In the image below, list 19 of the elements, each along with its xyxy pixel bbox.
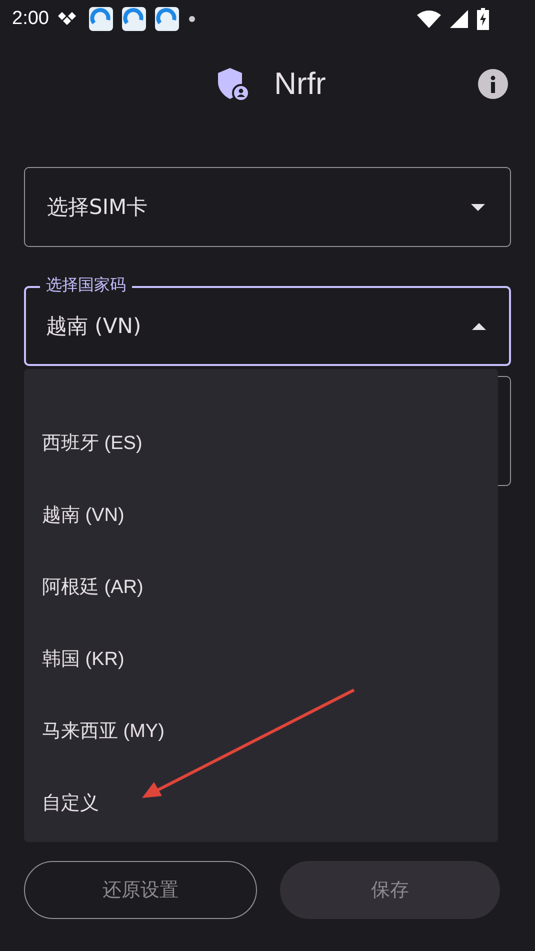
battery-charging-icon: [477, 8, 489, 30]
sim-dropdown[interactable]: 选择SIM卡: [24, 167, 511, 247]
menu-item[interactable]: 韩国 (KR): [24, 623, 498, 695]
app-title: Nrfr: [274, 66, 326, 102]
status-time: 2:00: [12, 8, 49, 30]
app-notification-icon: [88, 7, 113, 31]
action-button[interactable]: 还原设置: [24, 861, 257, 919]
menu-item[interactable]: 阿根廷 (AR): [24, 551, 498, 623]
menu-item[interactable]: 马来西亚 (MY): [24, 695, 498, 767]
dot-icon: [188, 15, 196, 23]
app-notification-icon: [122, 7, 146, 31]
signal-icon: [450, 10, 468, 28]
action-button[interactable]: 保存: [280, 861, 500, 919]
menu-item[interactable]: 越南 (VN): [24, 479, 498, 551]
menu-item[interactable]: 西班牙 (ES): [24, 407, 498, 479]
menu-item[interactable]: 自定义: [24, 767, 498, 839]
wifi-icon: [417, 10, 441, 28]
info-icon[interactable]: [477, 68, 509, 100]
app-notification-icon: [154, 7, 179, 31]
